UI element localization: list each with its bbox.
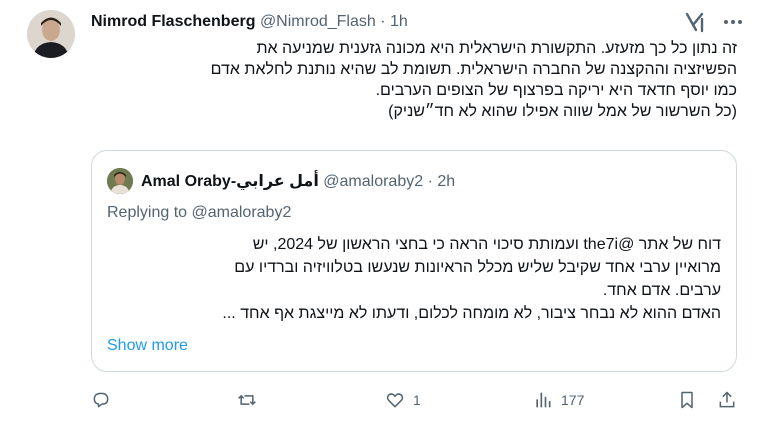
quote-avatar[interactable] xyxy=(107,168,133,194)
reply-button[interactable] xyxy=(91,390,111,410)
like-count: 1 xyxy=(413,392,421,408)
more-icon[interactable] xyxy=(722,13,744,31)
bookmark-icon xyxy=(681,391,693,409)
avatar[interactable] xyxy=(27,10,75,58)
quote-text-line: ערבים. אדם אחד. xyxy=(602,282,721,299)
author-handle[interactable]: @Nimrod_Flash xyxy=(260,13,376,30)
separator-dot: · xyxy=(380,13,386,30)
views-count: 177 xyxy=(561,392,585,408)
separator-dot: · xyxy=(427,173,433,190)
share-button[interactable] xyxy=(717,390,737,410)
tweet-header: Nimrod Flaschenberg @Nimrod_Flash · 1h xyxy=(91,12,408,32)
views-button[interactable]: 177 xyxy=(533,390,584,410)
quote-text-line: מרואיין ערבי אחד שקיבל שליש מכלל הראיונו… xyxy=(234,259,721,276)
tweet-text-line: כמו יוסף חדאד היא יריקה בפרצוף של הצופים… xyxy=(375,82,737,99)
tweet-text-line: הפשיזציה וההקצנה של החברה הישראלית. תשומ… xyxy=(210,61,737,78)
quote-author-name[interactable]: Amal Oraby-أمل عرابي xyxy=(141,173,319,190)
replying-to: Replying to @amaloraby2 xyxy=(107,204,292,221)
share-icon xyxy=(719,391,735,408)
author-name[interactable]: Nimrod Flaschenberg xyxy=(91,13,255,30)
views-icon xyxy=(536,392,551,408)
quote-text-line: דוח של אתר @the7i ועמותת סיכוי הראה כי ב… xyxy=(252,236,721,253)
retweet-icon xyxy=(238,394,256,406)
quote-time[interactable]: 2h xyxy=(437,173,455,190)
quote-author-handle[interactable]: @amaloraby2 xyxy=(323,173,423,190)
like-icon xyxy=(386,393,404,408)
tweet-text-line: (כל השרשור של אמל שווה אפילו שהוא לא חד״… xyxy=(388,103,737,120)
action-bar: 1 177 xyxy=(0,386,758,416)
reply-icon xyxy=(93,392,109,408)
bookmark-button[interactable] xyxy=(677,390,697,410)
retweet-button[interactable] xyxy=(237,390,257,410)
like-button[interactable]: 1 xyxy=(385,390,421,410)
grok-icon[interactable] xyxy=(684,11,706,33)
quote-text-line: האדם ההוא לא נבחר ציבור, לא מומחה לכלום,… xyxy=(222,305,721,322)
quote-text: דוח של אתר @the7i ועמותת סיכוי הראה כי ב… xyxy=(107,233,721,325)
tweet-text-line: זה נתון כל כך מזעזע. התקשורת הישראלית הי… xyxy=(256,40,737,57)
quoted-tweet[interactable]: Amal Oraby-أمل عرابي @amaloraby2 · 2h Re… xyxy=(91,150,737,372)
tweet-text: זה נתון כל כך מזעזע. התקשורת הישראלית הי… xyxy=(91,38,737,122)
tweet-time[interactable]: 1h xyxy=(390,13,408,30)
quote-header: Amal Oraby-أمل عرابي @amaloraby2 · 2h xyxy=(141,172,455,192)
show-more-link[interactable]: Show more xyxy=(107,337,188,355)
